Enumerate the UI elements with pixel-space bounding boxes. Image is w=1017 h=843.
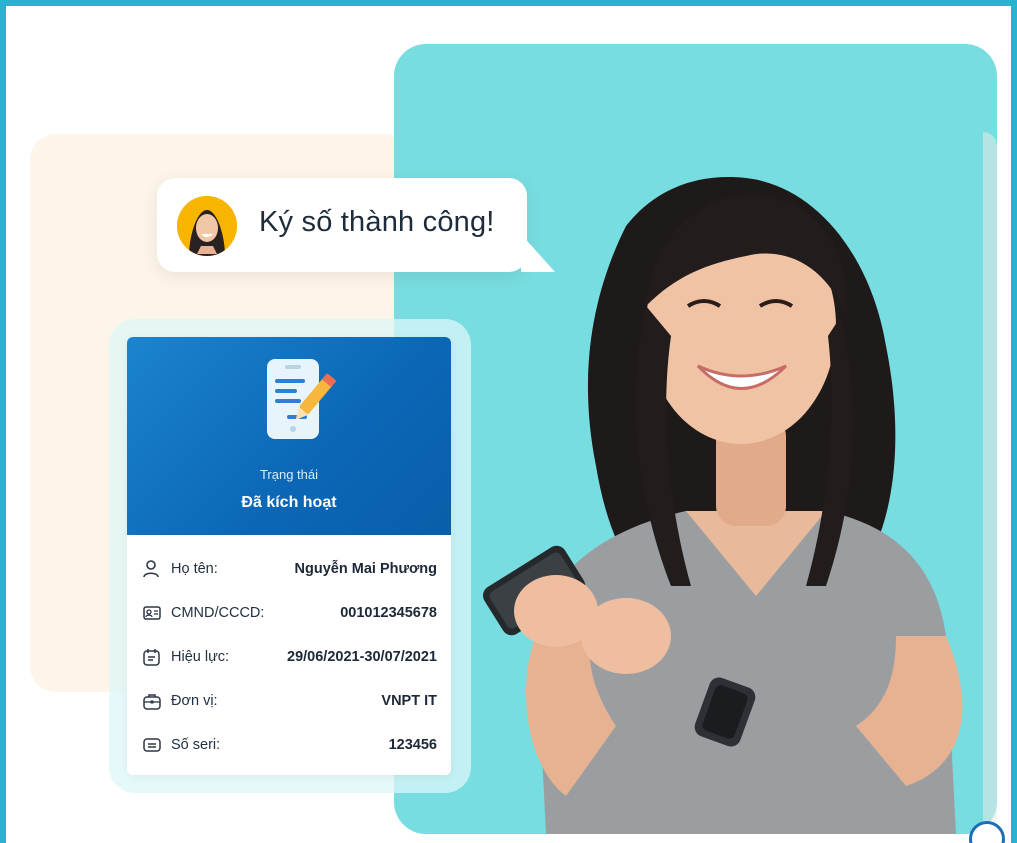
info-row-validity: Hiệu lực: 29/06/2021-30/07/2021 — [143, 635, 437, 679]
briefcase-icon — [143, 692, 165, 710]
banner-frame: Ký số thành công! Trạng thái Đã kích hoạ… — [0, 0, 1017, 843]
info-label: Họ tên: — [171, 561, 218, 577]
person-icon — [143, 560, 165, 578]
status-value: Đã kích hoạt — [241, 494, 337, 511]
info-value: 001012345678 — [340, 605, 437, 621]
info-label: Số seri: — [171, 737, 221, 753]
success-message: Ký số thành công! — [259, 206, 495, 238]
info-rows: Họ tên: Nguyễn Mai Phương CMND/CCCD: 001… — [143, 547, 437, 767]
avatar — [177, 196, 237, 256]
info-row-unit: Đơn vị: VNPT IT — [143, 679, 437, 723]
success-speech-bubble: Ký số thành công! — [157, 178, 555, 272]
info-row-id: CMND/CCCD: 001012345678 — [143, 591, 437, 635]
serial-icon — [143, 736, 165, 754]
info-label: CMND/CCCD: — [171, 605, 265, 621]
corner-circle-icon — [969, 821, 1005, 843]
info-label: Hiệu lực: — [171, 649, 230, 665]
bubble-tail — [521, 234, 555, 272]
status-label: Trạng thái — [259, 467, 319, 482]
info-value: Nguyễn Mai Phương — [294, 561, 437, 577]
calendar-icon — [143, 648, 165, 666]
info-value: VNPT IT — [381, 693, 437, 709]
id-card-icon — [143, 604, 165, 622]
document-sign-icon — [267, 359, 337, 439]
certificate-card: Trạng thái Đã kích hoạt Họ tên: Nguyễn M… — [127, 337, 451, 775]
info-value: 123456 — [388, 737, 437, 753]
info-value: 29/06/2021-30/07/2021 — [287, 649, 437, 665]
info-row-serial: Số seri: 123456 — [143, 723, 437, 767]
info-row-name: Họ tên: Nguyễn Mai Phương — [143, 547, 437, 591]
info-label: Đơn vị: — [171, 693, 218, 709]
card-header: Trạng thái Đã kích hoạt — [127, 337, 451, 535]
